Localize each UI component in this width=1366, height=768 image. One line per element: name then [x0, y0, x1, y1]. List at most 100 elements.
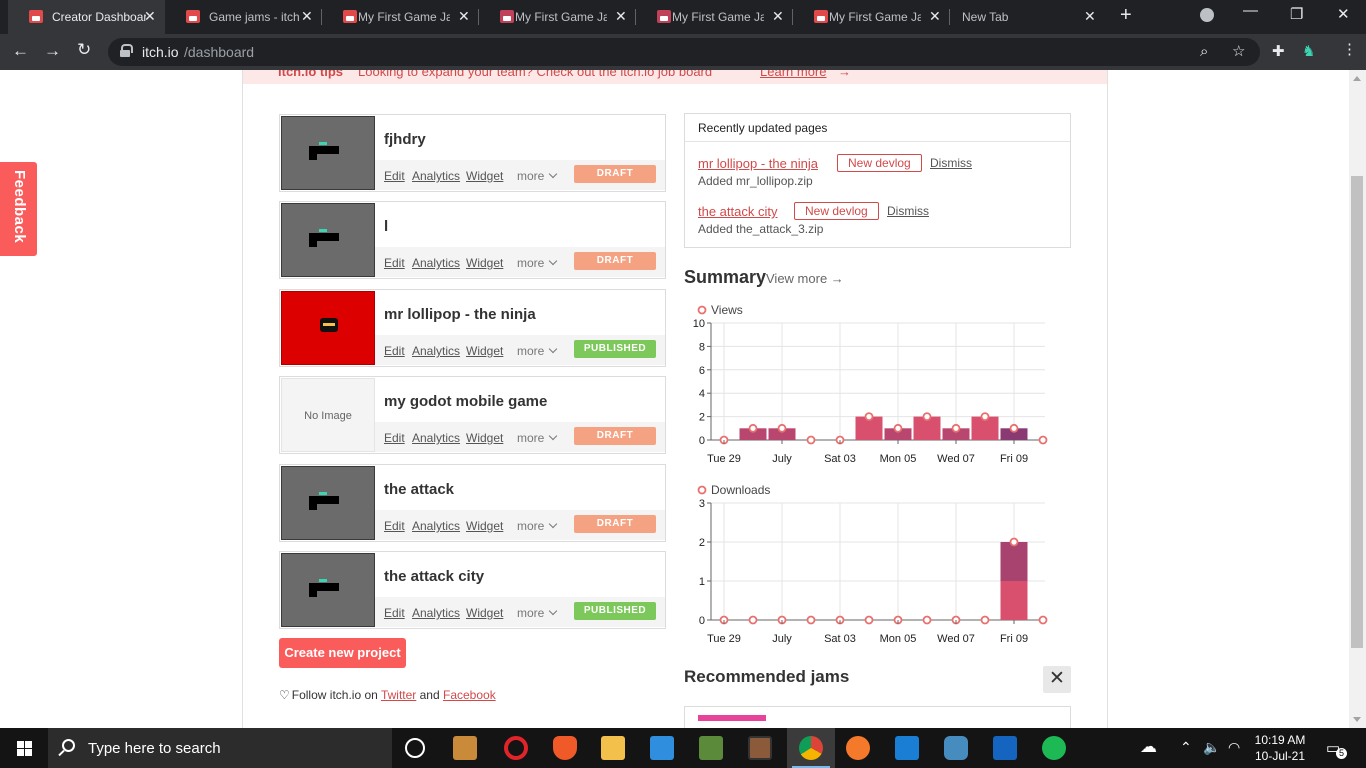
- blender-icon[interactable]: [846, 736, 870, 760]
- scroll-up-icon[interactable]: [1353, 76, 1361, 81]
- brave-icon[interactable]: [553, 736, 577, 760]
- extensions-puzzle-icon[interactable]: ✚: [1272, 42, 1285, 60]
- close-tab-icon[interactable]: ✕: [772, 8, 784, 25]
- project-title[interactable]: fjhdry: [384, 131, 426, 148]
- recent-page-link[interactable]: mr lollipop - the ninja: [698, 156, 818, 171]
- minecraft-launcher-icon[interactable]: [748, 736, 772, 760]
- close-tab-icon[interactable]: ✕: [929, 8, 941, 25]
- tab-my-first-game-jam-3[interactable]: My First Game Jam ✕: [636, 0, 793, 34]
- close-tab-icon[interactable]: ✕: [144, 8, 156, 25]
- summary-view-more-link[interactable]: View more →: [766, 271, 844, 286]
- close-tab-icon[interactable]: ✕: [615, 8, 627, 25]
- project-title[interactable]: the attack: [384, 481, 454, 498]
- tab-my-first-game-jam[interactable]: My First Game Jam ✕: [322, 0, 479, 34]
- wifi-icon[interactable]: ◠: [1228, 739, 1240, 756]
- browser-menu-icon[interactable]: ⋮: [1342, 40, 1357, 58]
- tab-my-first-game-jam-4[interactable]: My First Game Jam ✕: [793, 0, 950, 34]
- scrollbar-thumb[interactable]: [1351, 176, 1363, 648]
- file-explorer-icon[interactable]: [601, 736, 625, 760]
- reload-icon[interactable]: ↻: [77, 40, 91, 60]
- godot-icon[interactable]: [944, 736, 968, 760]
- widget-link[interactable]: Widget: [466, 344, 503, 358]
- edit-link[interactable]: Edit: [384, 519, 405, 533]
- show-hidden-icons-chevron-icon[interactable]: ⌃: [1180, 739, 1192, 756]
- edit-link[interactable]: Edit: [384, 344, 405, 358]
- widget-link[interactable]: Widget: [466, 431, 503, 445]
- twitter-link[interactable]: Twitter: [381, 688, 416, 702]
- project-thumbnail[interactable]: [281, 291, 375, 365]
- more-dropdown[interactable]: more: [517, 256, 558, 270]
- analytics-link[interactable]: Analytics: [412, 431, 460, 445]
- feedback-tab[interactable]: Feedback: [0, 162, 37, 256]
- edit-link[interactable]: Edit: [384, 256, 405, 270]
- project-thumbnail[interactable]: [281, 553, 375, 627]
- analytics-link[interactable]: Analytics: [412, 519, 460, 533]
- address-bar[interactable]: itch.io /dashboard ⌕ ☆: [108, 38, 1260, 66]
- close-tab-icon[interactable]: ✕: [1084, 8, 1096, 25]
- widget-link[interactable]: Widget: [466, 256, 503, 270]
- analytics-link[interactable]: Analytics: [412, 256, 460, 270]
- cortana-icon[interactable]: [405, 738, 425, 758]
- recent-page-link[interactable]: the attack city: [698, 204, 777, 219]
- widget-link[interactable]: Widget: [466, 606, 503, 620]
- word-icon[interactable]: [993, 736, 1017, 760]
- edit-link[interactable]: Edit: [384, 431, 405, 445]
- widget-link[interactable]: Widget: [466, 169, 503, 183]
- dismiss-link[interactable]: Dismiss: [887, 204, 929, 218]
- taskbar-clock[interactable]: 10:19 AM 10-Jul-21: [1250, 732, 1310, 764]
- zoom-icon[interactable]: ⌕: [1200, 43, 1208, 60]
- project-thumbnail[interactable]: No Image: [281, 378, 375, 452]
- page-scrollbar[interactable]: [1349, 70, 1366, 728]
- back-arrow-icon[interactable]: ←: [12, 41, 29, 61]
- project-thumbnail[interactable]: [281, 116, 375, 190]
- winrar-icon[interactable]: [453, 736, 477, 760]
- more-dropdown[interactable]: more: [517, 431, 558, 445]
- analytics-link[interactable]: Analytics: [412, 344, 460, 358]
- opera-icon[interactable]: [504, 736, 528, 760]
- weather-cloud-icon[interactable]: ☁: [1140, 737, 1157, 757]
- bookmark-star-icon[interactable]: ☆: [1232, 42, 1245, 60]
- more-dropdown[interactable]: more: [517, 606, 558, 620]
- mail-icon[interactable]: [895, 736, 919, 760]
- spotify-icon[interactable]: [1042, 736, 1066, 760]
- edit-link[interactable]: Edit: [384, 606, 405, 620]
- taskbar-search-box[interactable]: Type here to search: [48, 728, 392, 768]
- more-dropdown[interactable]: more: [517, 344, 558, 358]
- tab-game-jams[interactable]: Game jams - itch.io ✕: [165, 0, 322, 34]
- tab-search-icon[interactable]: [1200, 8, 1214, 22]
- start-button[interactable]: [0, 728, 48, 768]
- project-title[interactable]: l: [384, 218, 388, 235]
- minecraft-icon[interactable]: [699, 736, 723, 760]
- create-new-project-button[interactable]: Create new project: [279, 638, 406, 668]
- close-tab-icon[interactable]: ✕: [458, 8, 470, 25]
- analytics-link[interactable]: Analytics: [412, 606, 460, 620]
- facebook-link[interactable]: Facebook: [443, 688, 496, 702]
- tab-new-tab[interactable]: New Tab ✕: [950, 0, 1107, 34]
- close-window-icon[interactable]: ✕: [1337, 5, 1350, 23]
- more-dropdown[interactable]: more: [517, 519, 558, 533]
- dino-extension-icon[interactable]: ♞: [1302, 42, 1315, 60]
- minimize-icon[interactable]: —: [1243, 2, 1258, 19]
- more-dropdown[interactable]: more: [517, 169, 558, 183]
- tips-learn-more-link[interactable]: Learn more: [760, 70, 826, 79]
- tab-my-first-game-jam-2[interactable]: My First Game Jam ✕: [479, 0, 636, 34]
- project-thumbnail[interactable]: [281, 466, 375, 540]
- restore-icon[interactable]: ❐: [1290, 5, 1303, 23]
- new-tab-plus-icon[interactable]: +: [1120, 4, 1132, 27]
- dismiss-link[interactable]: Dismiss: [930, 156, 972, 170]
- chrome-taskbar-active[interactable]: [787, 728, 835, 768]
- widget-link[interactable]: Widget: [466, 519, 503, 533]
- project-title[interactable]: mr lollipop - the ninja: [384, 306, 536, 323]
- close-tab-icon[interactable]: ✕: [301, 8, 313, 25]
- new-devlog-button[interactable]: New devlog: [837, 154, 922, 172]
- analytics-link[interactable]: Analytics: [412, 169, 460, 183]
- tab-creator-dashboard[interactable]: Creator Dashboard ✕: [8, 0, 165, 34]
- new-devlog-button[interactable]: New devlog: [794, 202, 879, 220]
- edit-link[interactable]: Edit: [384, 169, 405, 183]
- volume-icon[interactable]: 🔈: [1203, 739, 1220, 756]
- scroll-down-icon[interactable]: [1353, 717, 1361, 722]
- project-title[interactable]: my godot mobile game: [384, 393, 547, 410]
- close-recommended-button[interactable]: ✕: [1043, 666, 1071, 693]
- project-title[interactable]: the attack city: [384, 568, 484, 585]
- project-thumbnail[interactable]: [281, 203, 375, 277]
